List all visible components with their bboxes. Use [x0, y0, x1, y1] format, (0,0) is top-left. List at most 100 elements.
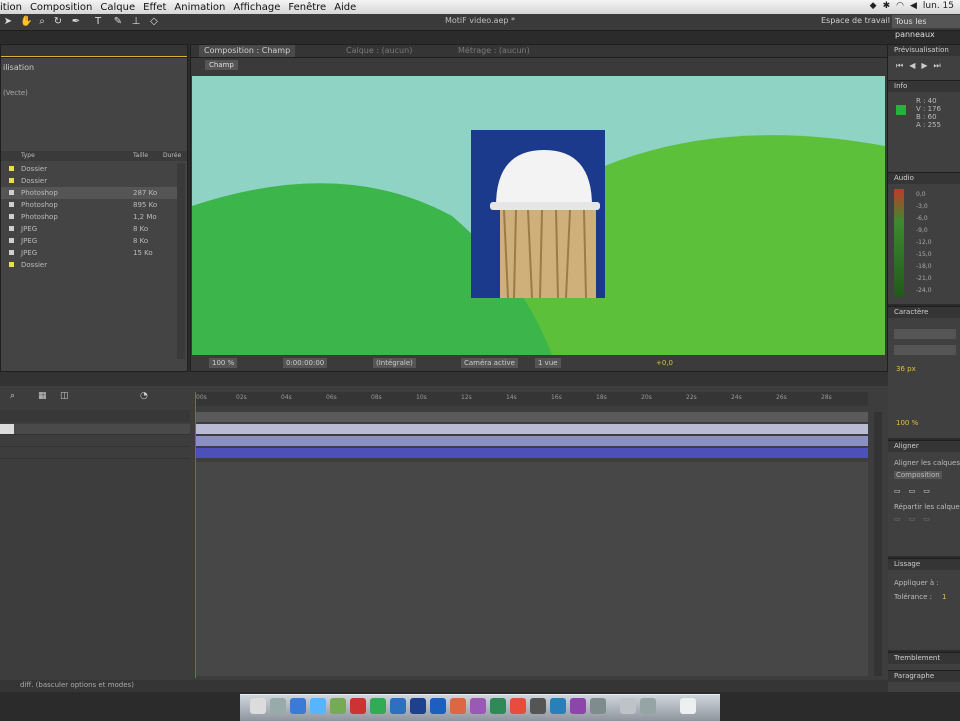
launchpad-icon[interactable] [270, 698, 286, 714]
project-item[interactable]: Photoshop 287 Ko [1, 187, 177, 199]
wifi-icon[interactable]: ◠ [896, 1, 904, 11]
clock[interactable]: lun. 15 [923, 1, 954, 11]
dropbox-icon[interactable]: ◆ [870, 1, 877, 11]
excel-icon[interactable] [490, 698, 506, 714]
tab-composition[interactable]: Composition : Champ [199, 45, 296, 57]
zoom-select[interactable]: 100 % [209, 358, 238, 368]
draft-3d-icon[interactable]: ◫ [60, 391, 69, 401]
word-icon[interactable] [410, 698, 426, 714]
menu-animation[interactable]: Animation [174, 2, 233, 13]
project-sub-text: (Vecte) [3, 89, 28, 97]
col-size[interactable]: Taille [133, 152, 148, 159]
timeline-scrollbar[interactable] [874, 412, 882, 676]
project-item[interactable]: JPEG 8 Ko [1, 223, 177, 235]
project-item[interactable]: Dossier [1, 259, 177, 271]
character-panel: Caractère 36 px 100 % [888, 306, 960, 438]
layer-row[interactable] [0, 424, 190, 435]
tick-label: 10s [416, 394, 427, 401]
menu-layer[interactable]: Calque [100, 2, 143, 13]
font-size-value[interactable]: 36 px [896, 365, 916, 373]
timecode[interactable]: 0:00:00:00 [283, 358, 328, 368]
smoother-tolerance-value[interactable]: 1 [942, 593, 946, 601]
project-header-text: ilisation [3, 63, 35, 72]
col-duration[interactable]: Durée [163, 152, 181, 159]
distribute-buttons[interactable]: ▭▭▭ [894, 515, 938, 523]
safari-icon[interactable] [290, 698, 306, 714]
col-type[interactable]: Type [21, 152, 35, 159]
workspace-select[interactable]: Tous les panneaux [892, 15, 960, 39]
time-ruler[interactable]: 00s 02s 04s 06s 08s 10s 12s 14s 16s 18s … [196, 392, 868, 406]
smoother-title: Lissage [888, 559, 960, 570]
status-text[interactable]: diff. (basculer options et modes) [20, 681, 134, 689]
font-style-select[interactable] [894, 345, 956, 355]
volume-icon[interactable]: ◀ [910, 1, 917, 11]
trash-icon[interactable] [680, 698, 696, 714]
timeline-search-icon[interactable]: ⌕ [10, 391, 15, 401]
menu-help[interactable]: Aide [334, 2, 364, 13]
project-item[interactable]: JPEG 8 Ko [1, 235, 177, 247]
tick-label: 22s [686, 394, 697, 401]
finder-icon[interactable] [250, 698, 266, 714]
hardhat-photo[interactable] [471, 130, 605, 299]
project-item[interactable]: Photoshop 895 Ko [1, 199, 177, 211]
menu-composition[interactable]: Composition [30, 2, 100, 13]
acrobat-icon[interactable] [510, 698, 526, 714]
audio-level-label: -6,0 [916, 215, 928, 222]
exposure-value[interactable]: +0,0 [653, 358, 676, 368]
composition-viewer[interactable] [192, 76, 885, 355]
layer-duration-bar[interactable] [196, 448, 868, 458]
graph-editor-icon[interactable]: ◔ [140, 391, 148, 401]
project-item[interactable]: JPEG 15 Ko [1, 247, 177, 259]
photoshop-icon[interactable] [390, 698, 406, 714]
paragraph-title[interactable]: Paragraphe [888, 671, 960, 682]
timeline-track-area[interactable] [196, 462, 868, 676]
menu-view[interactable]: Affichage [233, 2, 288, 13]
views-select[interactable]: 1 vue [535, 358, 561, 368]
item-size: 895 Ko [133, 201, 158, 209]
layer-duration-bar[interactable] [196, 424, 868, 434]
menu-file[interactable]: ition [0, 2, 30, 13]
tab-footage[interactable]: Métrage : (aucun) [453, 45, 535, 57]
after-effects-icon[interactable] [470, 698, 486, 714]
label-color [9, 190, 14, 195]
layer-row[interactable] [0, 448, 190, 459]
comp-subtab[interactable]: Champ [205, 60, 238, 70]
wiggler-panel: Tremblement [888, 652, 960, 670]
current-time-indicator[interactable] [195, 392, 196, 678]
item-type: Dossier [21, 261, 48, 269]
vertical-scale-value[interactable]: 100 % [896, 419, 918, 427]
project-item[interactable]: Photoshop 1,2 Mo [1, 211, 177, 223]
composition-mini-flowchart-icon[interactable]: ▦ [38, 391, 47, 401]
illustrator-icon[interactable] [450, 698, 466, 714]
app-icon[interactable] [570, 698, 586, 714]
align-buttons[interactable]: ▭▭▭ [894, 487, 938, 495]
system-preferences-icon[interactable] [590, 698, 606, 714]
documents-icon[interactable] [640, 698, 656, 714]
project-scrollbar[interactable] [177, 163, 185, 359]
align-target-select[interactable]: Composition [894, 471, 942, 479]
menu-effect[interactable]: Effet [143, 2, 174, 13]
playback-controls[interactable]: ⏮◀▶⏭ [896, 61, 947, 71]
project-item[interactable]: Dossier [1, 163, 177, 175]
calendar-icon[interactable] [350, 698, 366, 714]
app-icon[interactable] [530, 698, 546, 714]
audio-scale: 0,0 -3,0 -6,0 -9,0 -12,0 -15,0 -18,0 -21… [916, 189, 932, 297]
project-item[interactable]: Dossier [1, 175, 177, 187]
wiggler-title[interactable]: Tremblement [888, 653, 960, 664]
powerpoint-icon[interactable] [430, 698, 446, 714]
work-area-bar[interactable] [196, 412, 868, 422]
messages-icon[interactable] [370, 698, 386, 714]
downloads-icon[interactable] [620, 698, 636, 714]
font-family-select[interactable] [894, 329, 956, 339]
tab-layer[interactable]: Calque : (aucun) [341, 45, 417, 57]
itunes-icon[interactable] [550, 698, 566, 714]
facetime-icon[interactable] [330, 698, 346, 714]
mail-icon[interactable] [310, 698, 326, 714]
bluetooth-icon[interactable]: ✱ [883, 1, 891, 11]
timeline-controls: ⌕ ▦ ◫ ◔ [0, 390, 190, 404]
menu-window[interactable]: Fenêtre [288, 2, 334, 13]
layer-row[interactable] [0, 436, 190, 447]
layer-duration-bar[interactable] [196, 436, 868, 446]
resolution-select[interactable]: (Intégrale) [373, 358, 416, 368]
camera-select[interactable]: Caméra active [461, 358, 518, 368]
